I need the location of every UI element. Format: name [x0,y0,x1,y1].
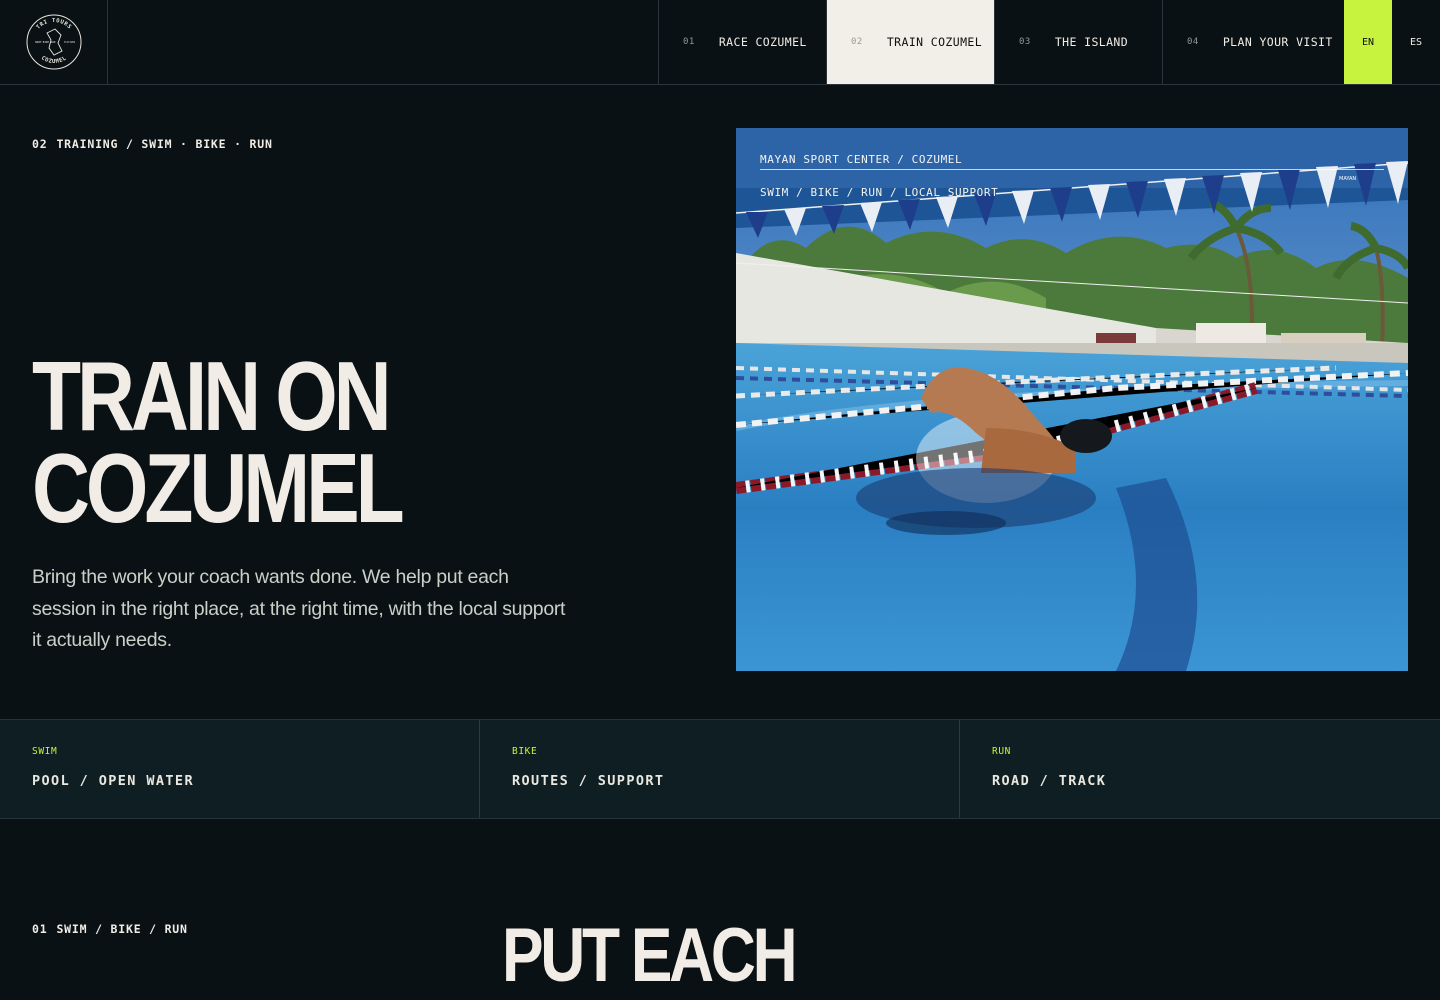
nav-item-number: 04 [1187,37,1199,47]
discipline-key: SWIM [32,746,58,757]
nav-item-number: 03 [1019,37,1031,47]
discipline-bike[interactable]: BIKE ROUTES / SUPPORT [480,720,960,818]
photo-caption-services: SWIM / BIKE / RUN / LOCAL SUPPORT [760,186,999,199]
nav-item-label: TRAIN COZUMEL [886,35,983,49]
nav-item-plan-your-visit[interactable]: 04 PLAN YOUR VISIT [1162,0,1344,84]
logo-left-text: SWIM BIKE RUN [35,40,56,44]
nav-item-train-cozumel[interactable]: 02 TRAIN COZUMEL [826,0,994,84]
disciplines-strip: SWIM POOL / OPEN WATER BIKE ROUTES / SUP… [0,719,1440,819]
site-header: TRI TOURS COZUMEL SWIM BIKE RUN EST 2024… [0,0,1440,85]
discipline-value: ROUTES / SUPPORT [512,773,665,789]
tri-tours-logo-icon: TRI TOURS COZUMEL SWIM BIKE RUN EST 2024… [26,14,81,70]
flag-text: MAYAN [1339,176,1356,182]
language-es-button[interactable]: ES [1392,0,1440,84]
logo-top-text: TRI TOURS [35,18,71,31]
discipline-swim[interactable]: SWIM POOL / OPEN WATER [0,720,480,818]
photo-caption-location: MAYAN SPORT CENTER / COZUMEL [760,153,963,166]
section-eyebrow: 01 SWIM / BIKE / RUN [32,922,188,936]
svg-text:COZUMEL: COZUMEL [40,55,68,65]
section-title: PUT EACH [502,913,798,998]
nav-item-number: 02 [851,37,863,47]
swimming-pool-illustration: MAYAN [736,128,1408,671]
nav-item-the-island[interactable]: 03 THE ISLAND [994,0,1162,84]
logo-bottom-text: COZUMEL [40,55,67,65]
logo-link[interactable]: TRI TOURS COZUMEL SWIM BIKE RUN EST 2024… [0,0,108,84]
nav-item-label: RACE COZUMEL [718,35,807,49]
language-en-button[interactable]: EN [1344,0,1392,84]
main-nav: 01 RACE COZUMEL 02 TRAIN COZUMEL 03 THE … [658,0,1344,84]
logo-right-text: EST 2024 TRIATHLON [64,40,75,44]
discipline-key: BIKE [512,746,538,757]
discipline-key: RUN [992,746,1011,757]
page-title-line1: TRAIN ON [32,341,392,451]
discipline-value: ROAD / TRACK [992,773,1107,789]
nav-item-race-cozumel[interactable]: 01 RACE COZUMEL [658,0,826,84]
hero-eyebrow-number: 02 [32,137,48,151]
page-title: TRAIN ON COZUMEL [32,341,405,543]
discipline-value: POOL / OPEN WATER [32,773,194,789]
svg-text:TRI TOURS: TRI TOURS [35,18,72,31]
nav-item-number: 01 [683,37,695,47]
page-title-line2: COZUMEL [32,433,405,543]
hero-description: Bring the work your coach wants done. We… [32,566,566,651]
discipline-run[interactable]: RUN ROAD / TRACK [960,720,1440,818]
section-eyebrow-text: SWIM / BIKE / RUN [56,922,188,936]
photo-caption-divider [760,169,1384,170]
section-eyebrow-number: 01 [32,922,48,936]
hero-photo-swimmer: MAYAN MAYAN SPORT CENTER / COZUMEL SWIM … [736,128,1408,671]
nav-item-label: PLAN YOUR VISIT [1222,35,1333,49]
hero-eyebrow-text: TRAINING / SWIM · BIKE · RUN [56,137,273,151]
nav-item-label: THE ISLAND [1054,35,1129,49]
hero-eyebrow: 02 TRAINING / SWIM · BIKE · RUN [32,137,273,151]
